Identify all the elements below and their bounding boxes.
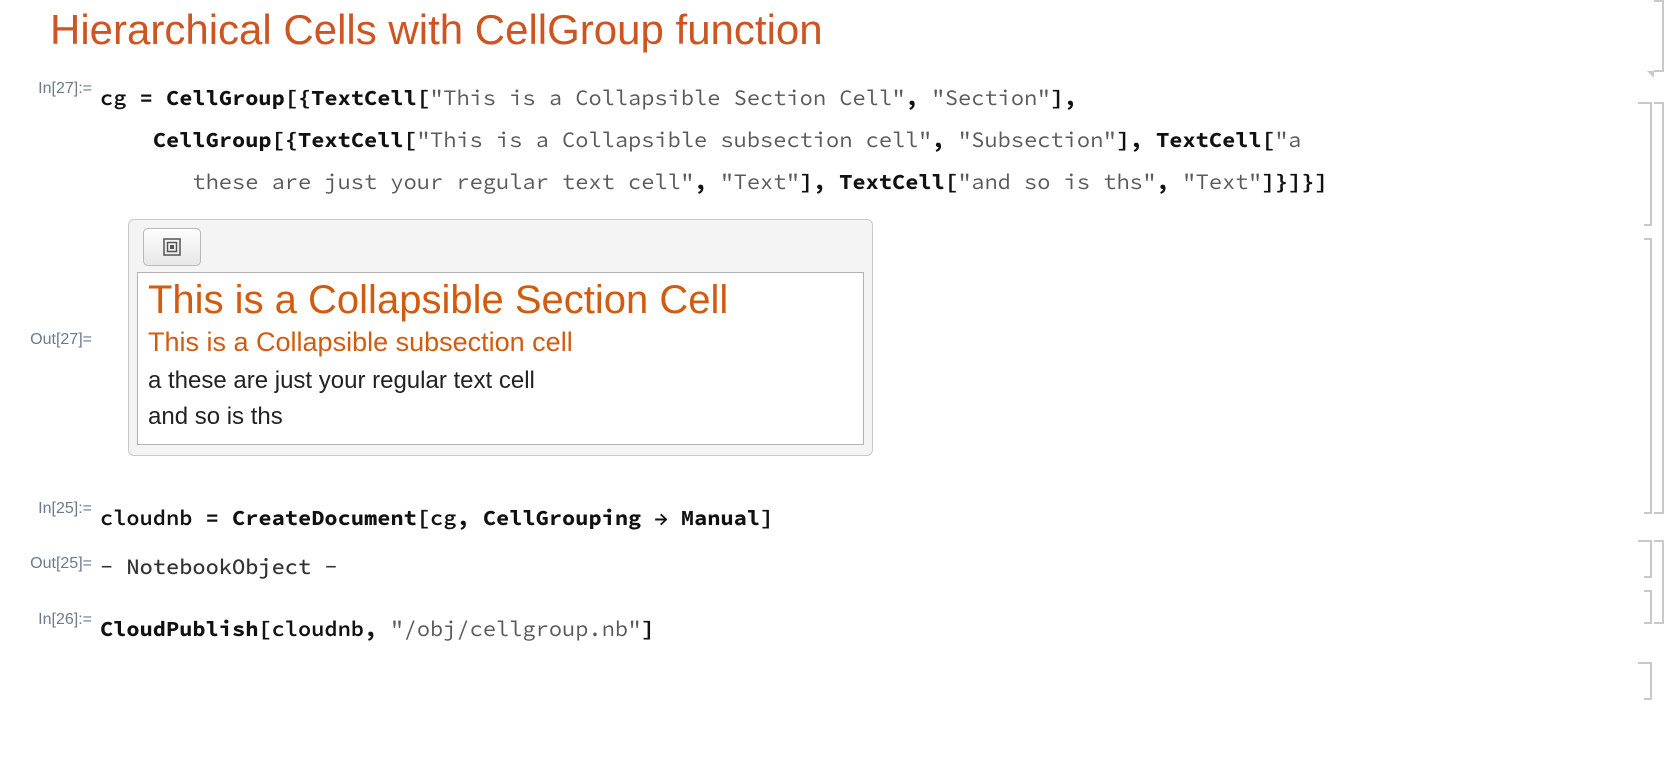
bracket-out-25[interactable] (1644, 590, 1652, 624)
preview-text-cell-1: a these are just your regular text cell (148, 364, 853, 398)
cellgroup-output-panel: This is a Collapsible Section Cell This … (128, 219, 873, 455)
input-cell-25[interactable]: In[25]:= cloudnb = CreateDocument[cg, Ce… (0, 498, 1668, 540)
input-cell-26[interactable]: In[26]:= CloudPublish[cloudnb, "/obj/cel… (0, 609, 1668, 651)
in-label-26: In[26]:= (0, 611, 92, 629)
preview-text-cell-2: and so is ths (148, 400, 853, 434)
notebookobject-output: - NotebookObject - (100, 553, 1668, 581)
cellgroup-preview: This is a Collapsible Section Cell This … (137, 272, 864, 444)
out-label-25: Out[25]= (0, 555, 92, 573)
expand-cells-icon (162, 237, 182, 257)
bracket-out-27[interactable] (1644, 238, 1652, 514)
code-block-25[interactable]: cloudnb = CreateDocument[cg, CellGroupin… (100, 498, 1668, 540)
bracket-in-25[interactable] (1644, 540, 1652, 578)
bracket-group-25-outer[interactable] (1654, 540, 1664, 624)
bracket-in-26[interactable] (1644, 662, 1652, 700)
code-block-27[interactable]: cg = CellGroup[{TextCell["This is a Coll… (100, 78, 1668, 203)
bracket-heading[interactable] (1654, 0, 1664, 72)
output-cell-27: Out[27]= This is (0, 211, 1668, 479)
preview-section-cell: This is a Collapsible Section Cell (148, 277, 853, 323)
out-label-27: Out[27]= (0, 331, 92, 349)
notebook: Hierarchical Cells with CellGroup functi… (0, 6, 1668, 699)
expand-cells-button[interactable] (143, 228, 201, 266)
output-cell-25: Out[25]= - NotebookObject - (0, 553, 1668, 581)
in-label-25: In[25]:= (0, 500, 92, 518)
panel-toolbar (137, 228, 864, 272)
in-label-27: In[27]:= (0, 80, 92, 98)
bracket-group-27-outer[interactable] (1654, 102, 1664, 514)
preview-subsection-cell: This is a Collapsible subsection cell (148, 327, 853, 358)
section-heading: Hierarchical Cells with CellGroup functi… (50, 6, 1668, 54)
code-block-26[interactable]: CloudPublish[cloudnb, "/obj/cellgroup.nb… (100, 609, 1668, 651)
bracket-in-27[interactable] (1644, 102, 1652, 226)
input-cell-27[interactable]: In[27]:= cg = CellGroup[{TextCell["This … (0, 78, 1668, 203)
